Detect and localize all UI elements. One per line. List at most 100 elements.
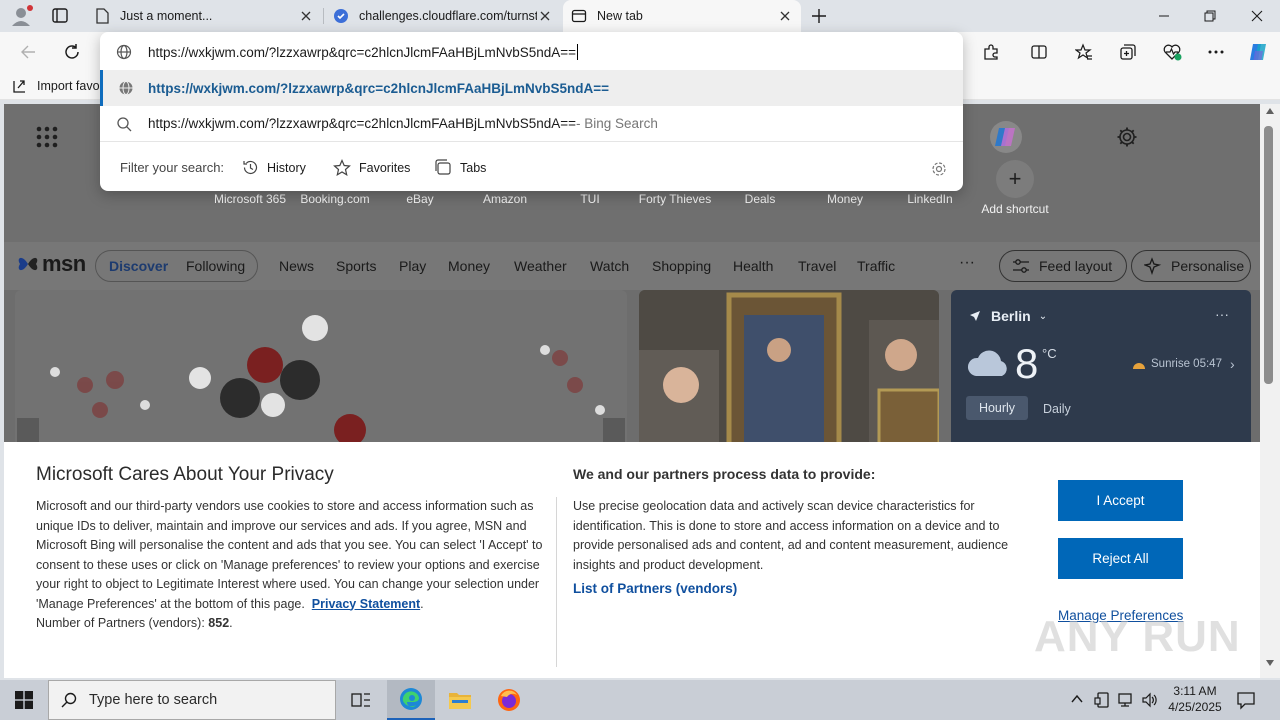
nav-link-news[interactable]: News [279, 258, 314, 274]
tab-actions-button[interactable] [48, 6, 72, 26]
suggestion-bing-search[interactable]: https://wxkjwm.com/?lzzxawrp&qrc=c2hlcnJ… [100, 106, 963, 142]
tab-discover[interactable]: Discover [109, 258, 168, 274]
search-settings-button[interactable] [930, 160, 948, 178]
notification-center-button[interactable] [1236, 690, 1256, 710]
tabs-icon [435, 159, 451, 175]
browser-essentials-button[interactable] [1156, 36, 1188, 68]
minimize-button[interactable] [1141, 0, 1187, 32]
filter-tabs[interactable]: Tabs [435, 159, 486, 176]
nav-link-traffic[interactable]: Traffic [857, 258, 895, 274]
tab-cloudflare[interactable]: challenges.cloudflare.com/turnsti [325, 0, 561, 32]
taskbar-edge-app[interactable] [387, 680, 435, 720]
nav-link-shopping[interactable]: Shopping [652, 258, 711, 274]
taskbar-search-box[interactable]: Type here to search [48, 680, 336, 720]
collections-button[interactable] [1112, 36, 1144, 68]
tray-overflow-button[interactable] [1070, 692, 1084, 706]
partners-count: 852 [208, 616, 230, 630]
puzzle-icon [984, 44, 998, 60]
tray-network[interactable] [1117, 691, 1135, 709]
feed-layout-label: Feed layout [1039, 258, 1113, 274]
nav-link-travel[interactable]: Travel [798, 258, 836, 274]
text-cursor [577, 44, 579, 60]
nav-link-play[interactable]: Play [399, 258, 426, 274]
close-icon[interactable] [777, 8, 793, 24]
privacy-statement-link[interactable]: Privacy Statement [312, 597, 420, 611]
taskbar-file-explorer[interactable] [436, 680, 484, 720]
speaker-icon [1142, 692, 1157, 708]
scroll-up-arrow-icon[interactable] [1266, 108, 1274, 114]
task-view-icon [351, 693, 370, 707]
tray-volume[interactable] [1141, 691, 1159, 709]
nav-link-money[interactable]: Money [448, 258, 490, 274]
restore-button[interactable] [1187, 0, 1233, 32]
gear-icon [932, 162, 946, 176]
more-dots-icon [1208, 50, 1224, 54]
nav-link-watch[interactable]: Watch [590, 258, 629, 274]
personalise-button[interactable]: Personalise [1131, 250, 1251, 282]
grid-icon [36, 126, 58, 148]
reject-all-button[interactable]: Reject All [1058, 538, 1183, 579]
tab-hourly[interactable]: Hourly [966, 396, 1028, 420]
weather-location[interactable]: Berlin ⌄ [969, 308, 1047, 324]
settings-more-button[interactable] [1200, 36, 1232, 68]
address-input[interactable]: https://wxkjwm.com/?lzzxawrp&qrc=c2hlcnJ… [148, 45, 576, 60]
back-button[interactable] [12, 36, 44, 68]
scroll-down-arrow-icon[interactable] [1266, 660, 1274, 666]
favorites-button[interactable] [1068, 36, 1100, 68]
msn-logo-text: msn [42, 251, 86, 276]
shortcut-tile[interactable]: + Add shortcut [975, 160, 1055, 216]
hero-card[interactable] [15, 290, 627, 450]
task-view-button[interactable] [338, 680, 384, 720]
filter-history[interactable]: History [242, 159, 306, 176]
new-tab-button[interactable] [808, 5, 830, 27]
refresh-button[interactable] [56, 36, 88, 68]
filter-history-label: History [267, 160, 306, 175]
address-input-row: https://wxkjwm.com/?lzzxawrp&qrc=c2hlcnJ… [100, 34, 963, 70]
sparkle-icon [1144, 257, 1162, 275]
tab-new-tab[interactable]: New tab [563, 0, 801, 32]
msn-logo[interactable]: msn [16, 251, 86, 277]
close-icon[interactable] [298, 8, 314, 24]
tab-following[interactable]: Following [186, 258, 245, 274]
close-icon[interactable] [537, 8, 553, 24]
restore-icon [1204, 10, 1216, 22]
weather-card[interactable]: Berlin ⌄ ··· 8 °C Sunrise 05:47 › Hourly… [951, 290, 1251, 450]
divider [556, 497, 557, 667]
profile-avatar[interactable] [8, 4, 36, 28]
taskbar-clock[interactable]: 3:11 AM 4/25/2025 [1164, 683, 1226, 715]
back-arrow-icon [21, 45, 35, 59]
partners-label: Number of Partners (vendors): [36, 616, 205, 630]
tray-device[interactable] [1094, 691, 1112, 709]
nav-link-health[interactable]: Health [733, 258, 773, 274]
shortcut-label: Booking.com [300, 192, 370, 206]
nav-link-sports[interactable]: Sports [336, 258, 376, 274]
taskbar-firefox[interactable] [485, 680, 533, 720]
list-of-partners-link[interactable]: List of Partners (vendors) [573, 581, 737, 596]
chevron-up-icon [1071, 694, 1083, 703]
split-screen-button[interactable] [1023, 36, 1055, 68]
nav-link-weather[interactable]: Weather [514, 258, 567, 274]
feed-layout-button[interactable]: Feed layout [999, 250, 1127, 282]
filter-favorites[interactable]: Favorites [333, 159, 410, 176]
anyrun-watermark: ANY RUN [1034, 612, 1241, 661]
page-settings-button[interactable] [1116, 126, 1138, 148]
data-processing-body: Use precise geolocation data and activel… [573, 499, 1009, 572]
accept-button[interactable]: I Accept [1058, 480, 1183, 521]
import-favorites-button[interactable]: Import favo [12, 77, 100, 95]
more-nav-button[interactable]: ··· [959, 254, 975, 272]
start-button[interactable] [0, 680, 48, 720]
app-launcher-button[interactable] [36, 126, 58, 148]
minimize-icon [1159, 15, 1169, 17]
tab-daily[interactable]: Daily [1043, 402, 1071, 416]
copilot-page-button[interactable] [989, 120, 1023, 154]
chevron-right-icon[interactable]: › [1230, 356, 1235, 372]
extensions-button[interactable] [975, 36, 1007, 68]
suggestion-url[interactable]: https://wxkjwm.com/?lzzxawrp&qrc=c2hlcnJ… [100, 70, 963, 106]
page-scrollbar[interactable] [1260, 104, 1280, 678]
close-window-button[interactable] [1234, 0, 1280, 32]
copilot-button[interactable] [1242, 36, 1274, 68]
news-card[interactable] [639, 290, 939, 450]
tab-just-a-moment[interactable]: Just a moment... [86, 0, 322, 32]
scrollbar-thumb[interactable] [1264, 126, 1273, 384]
more-options-icon[interactable]: ··· [1215, 306, 1229, 322]
